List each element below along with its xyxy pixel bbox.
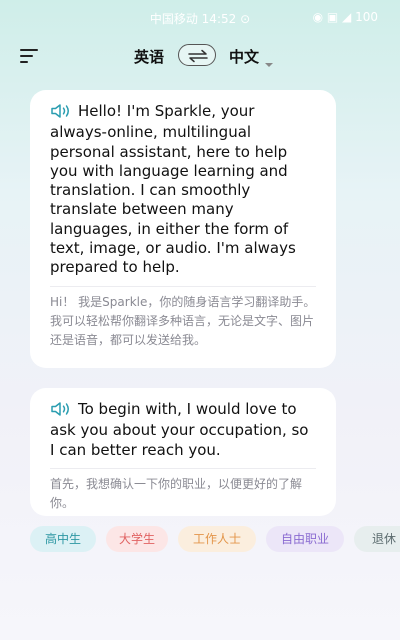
chinese-translation: 首先，我想确认一下你的职业，以便更好的了解你。 (50, 476, 303, 511)
speaker-icon[interactable] (50, 402, 72, 421)
source-language-label[interactable]: 英语 (134, 46, 164, 67)
target-language-label[interactable]: 中文 (229, 46, 259, 67)
swap-language-button[interactable] (178, 44, 216, 66)
english-message: Hello! I'm Sparkle, your always-online, … (50, 102, 316, 278)
chevron-down-icon[interactable] (264, 53, 274, 72)
divider (50, 467, 316, 469)
status-bar: 中国移动 14:52 ⊙ ◉ ▣ ◢ 100 (0, 0, 400, 36)
english-message: To begin with, I would love to ask you a… (50, 400, 316, 460)
english-message-text: To begin with, I would love to ask you a… (50, 400, 309, 459)
speaker-icon[interactable] (50, 104, 72, 123)
chip-college-student[interactable]: 大学生 (106, 526, 168, 552)
assistant-message-bubble: Hello! I'm Sparkle, your always-online, … (30, 90, 336, 368)
assistant-message-bubble: To begin with, I would love to ask you a… (30, 388, 336, 516)
menu-icon[interactable] (20, 48, 40, 64)
chip-high-school-student[interactable]: 高中生 (30, 526, 96, 552)
chip-retired[interactable]: 退休 (354, 526, 400, 552)
english-message-text: Hello! I'm Sparkle, your always-online, … (50, 102, 296, 277)
chinese-translation: Hi！ 我是Sparkle，你的随身语言学习翻译助手。我可以轻松帮你翻译多种语言… (50, 294, 316, 348)
chip-working-professional[interactable]: 工作人士 (178, 526, 256, 552)
divider (50, 285, 316, 287)
swap-icon (188, 49, 208, 63)
status-indicators: ◉ ▣ ◢ 100 (312, 10, 378, 24)
chip-freelancer[interactable]: 自由职业 (266, 526, 344, 552)
top-bar: 英语 中文 (0, 36, 400, 76)
